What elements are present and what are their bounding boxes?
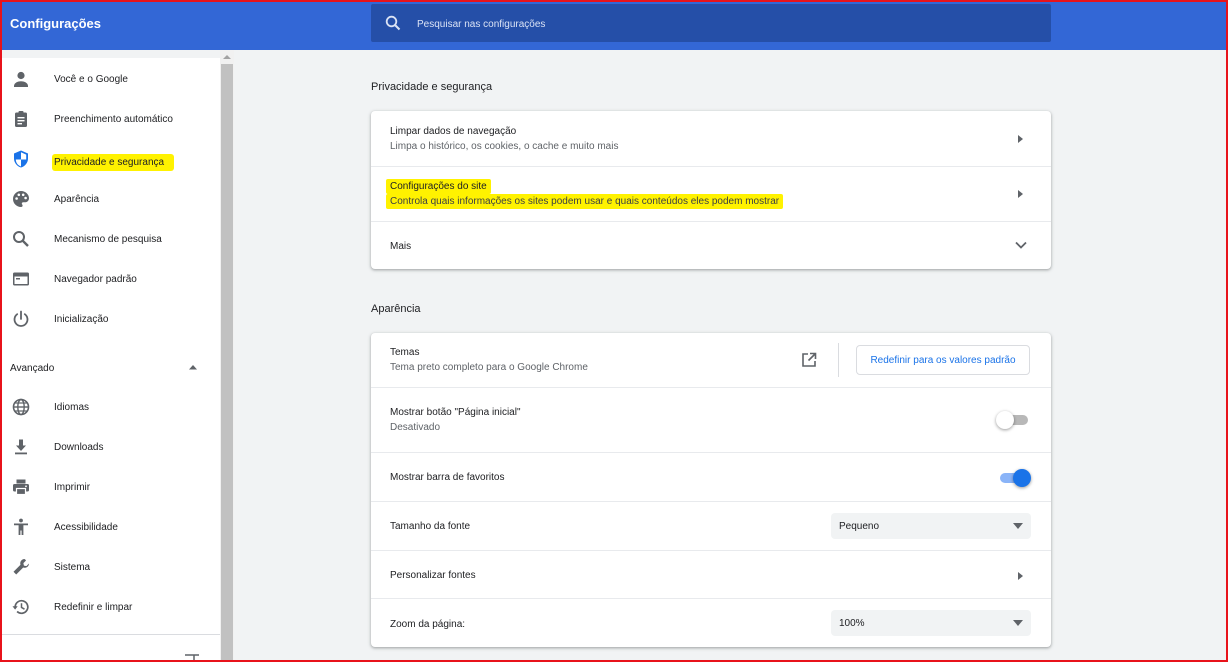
dropdown-caret-icon	[1013, 523, 1023, 529]
bookmarks-bar-row[interactable]: Mostrar barra de favoritos	[371, 452, 1051, 501]
sidebar-item-label: Preenchimento automático	[54, 114, 173, 125]
sidebar: Você e o Google Preenchimento automático…	[2, 58, 220, 660]
globe-icon	[12, 398, 30, 416]
restore-icon	[12, 599, 29, 615]
home-button-toggle[interactable]	[996, 410, 1030, 430]
vertical-divider	[838, 343, 839, 377]
row-title: Temas	[390, 347, 420, 358]
caret-up-icon[interactable]	[188, 363, 198, 371]
themes-row[interactable]: Temas Tema preto completo para o Google …	[371, 333, 1051, 387]
row-title: Mais	[390, 241, 412, 252]
row-subtitle: Controla quais informações os sites pode…	[386, 194, 784, 209]
download-icon	[15, 439, 27, 455]
scrollbar-thumb[interactable]	[221, 64, 233, 662]
sidebar-item-reset[interactable]: Redefinir e limpar	[2, 587, 220, 627]
sidebar-item-label: Privacidade e segurança	[52, 154, 175, 171]
accessibility-icon	[14, 518, 28, 535]
sidebar-scrollbar[interactable]	[220, 50, 234, 662]
row-subtitle-text: Controla quais informações os sites pode…	[386, 194, 784, 209]
sidebar-item-print[interactable]: Imprimir	[2, 467, 220, 507]
toggle-knob	[996, 411, 1014, 429]
sidebar-item-label: Mecanismo de pesquisa	[54, 234, 162, 245]
select-value: Pequeno	[839, 521, 880, 532]
reset-theme-button[interactable]: Redefinir para os valores padrão	[856, 345, 1030, 375]
sidebar-item-system[interactable]: Sistema	[2, 547, 220, 587]
row-subtitle: Limpa o histórico, os cookies, o cache e…	[390, 141, 619, 152]
wrench-icon	[13, 559, 29, 575]
row-title: Mostrar botão "Página inicial"	[390, 407, 521, 418]
sidebar-divider	[2, 634, 220, 635]
page-zoom-row: Zoom da página: 100%	[371, 598, 1051, 647]
sidebar-item-accessibility[interactable]: Acessibilidade	[2, 507, 220, 547]
row-subtitle: Desativado	[390, 422, 441, 433]
arrow-right-icon	[1018, 190, 1023, 198]
sidebar-item-label: Navegador padrão	[54, 274, 137, 285]
toggle-knob	[1013, 469, 1031, 487]
sidebar-item-appearance[interactable]: Aparência	[2, 179, 220, 219]
sidebar-item-startup[interactable]: Inicialização	[2, 299, 220, 339]
sidebar-item-label: Aparência	[54, 194, 100, 205]
appearance-section-title: Aparência	[371, 303, 421, 315]
printer-icon	[13, 479, 29, 496]
row-title: Mostrar barra de favoritos	[390, 472, 505, 483]
sidebar-item-label: Redefinir e limpar	[54, 602, 133, 613]
browser-window-icon	[13, 272, 29, 286]
row-subtitle: Tema preto completo para o Google Chrome	[390, 362, 588, 373]
search-box[interactable]	[371, 4, 1051, 42]
clipboard-icon	[15, 111, 27, 127]
sidebar-item-privacy[interactable]: Privacidade e segurança	[2, 139, 220, 179]
open-in-new-icon[interactable]	[184, 654, 200, 660]
sidebar-item-downloads[interactable]: Downloads	[2, 427, 220, 467]
privacy-section-title: Privacidade e segurança	[371, 81, 493, 93]
row-title: Limpar dados de navegação	[390, 126, 517, 137]
sidebar-item-label: Inicialização	[54, 314, 109, 325]
sidebar-item-label: Idiomas	[54, 402, 90, 413]
sidebar-item-you-and-google[interactable]: Você e o Google	[2, 59, 220, 99]
more-row[interactable]: Mais	[371, 221, 1051, 269]
dropdown-caret-icon	[1013, 620, 1023, 626]
appearance-card: Temas Tema preto completo para o Google …	[371, 333, 1051, 647]
sidebar-item-autofill[interactable]: Preenchimento automático	[2, 99, 220, 139]
sidebar-item-label: Imprimir	[54, 482, 91, 493]
power-icon	[13, 310, 29, 327]
chevron-down-icon[interactable]	[1015, 241, 1027, 249]
sidebar-item-label: Acessibilidade	[54, 522, 118, 533]
row-title-text: Configurações do site	[386, 179, 491, 194]
page-title: Configurações	[10, 16, 102, 31]
open-in-new-icon[interactable]	[801, 352, 817, 368]
customize-fonts-row[interactable]: Personalizar fontes	[371, 550, 1051, 598]
bookmarks-bar-toggle[interactable]	[998, 468, 1032, 488]
arrow-right-icon	[1018, 135, 1023, 143]
scroll-up-arrow-icon[interactable]	[223, 54, 231, 60]
font-size-select[interactable]: Pequeno	[831, 513, 1031, 539]
person-icon	[14, 71, 28, 87]
advanced-section-label[interactable]: Avançado	[10, 363, 54, 374]
home-button-row[interactable]: Mostrar botão "Página inicial" Desativad…	[371, 387, 1051, 452]
row-title: Personalizar fontes	[390, 570, 476, 581]
arrow-right-icon	[1018, 572, 1023, 580]
row-title: Configurações do site	[386, 179, 491, 194]
sidebar-item-label: Sistema	[54, 562, 91, 573]
clear-browsing-data-row[interactable]: Limpar dados de navegação Limpa o histór…	[371, 111, 1051, 166]
search-icon	[13, 231, 29, 247]
palette-icon	[13, 191, 29, 207]
top-bar: Configurações	[0, 0, 1228, 50]
font-size-row: Tamanho da fonte Pequeno	[371, 501, 1051, 550]
row-title: Zoom da página:	[390, 619, 466, 630]
row-title: Tamanho da fonte	[390, 521, 471, 532]
select-value: 100%	[839, 618, 865, 629]
sidebar-item-languages[interactable]: Idiomas	[2, 387, 220, 427]
search-input[interactable]	[415, 13, 1019, 35]
sidebar-item-default-browser[interactable]: Navegador padrão	[2, 259, 220, 299]
shield-icon	[14, 150, 28, 168]
sidebar-item-label: Você e o Google	[54, 74, 128, 85]
privacy-card: Limpar dados de navegação Limpa o histór…	[371, 111, 1051, 269]
page-zoom-select[interactable]: 100%	[831, 610, 1031, 636]
sidebar-item-search-engine[interactable]: Mecanismo de pesquisa	[2, 219, 220, 259]
sidebar-item-label: Downloads	[54, 442, 104, 453]
site-settings-row[interactable]: Configurações do site Controla quais inf…	[371, 166, 1051, 221]
search-icon	[385, 15, 401, 31]
